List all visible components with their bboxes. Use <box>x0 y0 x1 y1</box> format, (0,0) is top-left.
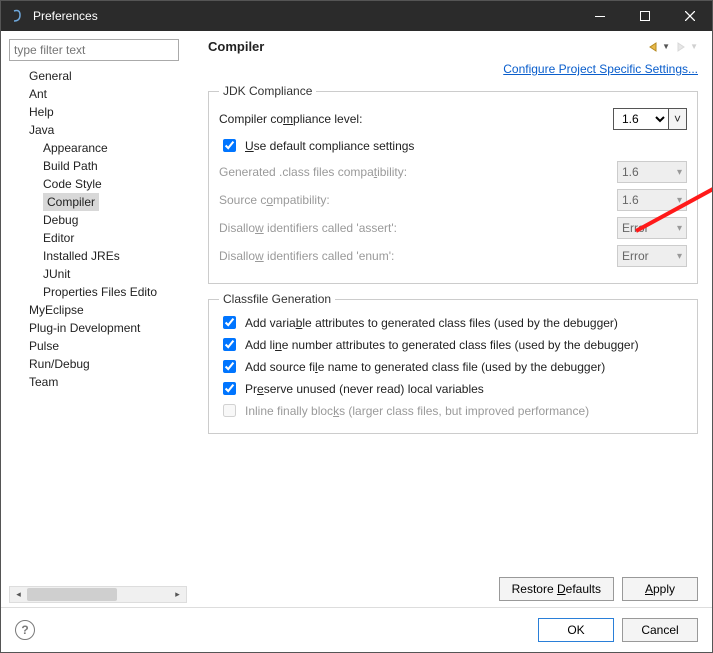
tree-item-general[interactable]: General <box>25 67 183 85</box>
right-panel: Compiler ▼ ▼ Configure Project Specific … <box>196 31 712 607</box>
tree-item-editor[interactable]: Editor <box>39 229 183 247</box>
classfile-generation-group: Classfile Generation Add variable attrib… <box>208 292 698 434</box>
disallow-assert-select: Error <box>617 217 687 239</box>
disallow-enum-select: Error <box>617 245 687 267</box>
tree-item-ant[interactable]: Ant <box>25 85 183 103</box>
preferences-window: Preferences General Ant Help Java Appear… <box>0 0 713 653</box>
app-icon <box>9 8 25 24</box>
help-icon[interactable]: ? <box>15 620 35 640</box>
add-variable-attrs-checkbox[interactable]: Add variable attributes to generated cla… <box>219 313 687 332</box>
classfile-legend: Classfile Generation <box>219 292 335 306</box>
maximize-button[interactable] <box>622 1 667 31</box>
tree-item-java[interactable]: Java <box>25 121 183 139</box>
tree-item-plugindev[interactable]: Plug-in Development <box>25 319 183 337</box>
tree-item-pulse[interactable]: Pulse <box>25 337 183 355</box>
tree-item-propfiles[interactable]: Properties Files Edito <box>39 283 183 301</box>
cancel-button[interactable]: Cancel <box>622 618 698 642</box>
generated-class-label: Generated .class files compatibility: <box>219 165 617 179</box>
window-title: Preferences <box>33 9 577 23</box>
compliance-level-select[interactable]: 1.6 ˅ <box>613 108 687 130</box>
left-panel: General Ant Help Java Appearance Build P… <box>1 31 196 607</box>
disallow-enum-label: Disallow identifiers called 'enum': <box>219 249 617 263</box>
ok-button[interactable]: OK <box>538 618 614 642</box>
chevron-down-icon: ˅ <box>669 108 687 130</box>
preserve-unused-checkbox[interactable]: Preserve unused (never read) local varia… <box>219 379 687 398</box>
tree-item-debug[interactable]: Debug <box>39 211 183 229</box>
minimize-button[interactable] <box>577 1 622 31</box>
filter-input[interactable] <box>9 39 179 61</box>
nav-back-button[interactable]: ▼ <box>646 41 670 53</box>
dialog-footer: ? OK Cancel <box>1 607 712 652</box>
generated-class-select: 1.6 <box>617 161 687 183</box>
inline-finally-checkbox: Inline finally blocks (larger class file… <box>219 401 687 420</box>
restore-defaults-button[interactable]: Restore Defaults <box>499 577 614 601</box>
configure-project-link[interactable]: Configure Project Specific Settings... <box>208 62 698 76</box>
tree-item-buildpath[interactable]: Build Path <box>39 157 183 175</box>
tree-item-help[interactable]: Help <box>25 103 183 121</box>
apply-button[interactable]: Apply <box>622 577 698 601</box>
tree-item-junit[interactable]: JUnit <box>39 265 183 283</box>
page-title: Compiler <box>208 39 646 54</box>
tree-item-team[interactable]: Team <box>25 373 183 391</box>
tree-item-codestyle[interactable]: Code Style <box>39 175 183 193</box>
tree-item-appearance[interactable]: Appearance <box>39 139 183 157</box>
scroll-thumb[interactable] <box>27 588 117 601</box>
preferences-tree: General Ant Help Java Appearance Build P… <box>9 67 187 586</box>
tree-item-compiler[interactable]: Compiler <box>39 193 183 211</box>
scroll-left-icon[interactable]: ◂ <box>10 587 27 602</box>
jdk-legend: JDK Compliance <box>219 84 316 98</box>
source-compat-select: 1.6 <box>617 189 687 211</box>
compliance-level-label: Compiler compliance level: <box>219 112 613 126</box>
add-line-numbers-checkbox[interactable]: Add line number attributes to generated … <box>219 335 687 354</box>
add-source-file-checkbox[interactable]: Add source file name to generated class … <box>219 357 687 376</box>
titlebar: Preferences <box>1 1 712 31</box>
jdk-compliance-group: JDK Compliance Compiler compliance level… <box>208 84 698 284</box>
tree-item-rundebug[interactable]: Run/Debug <box>25 355 183 373</box>
tree-item-installedjres[interactable]: Installed JREs <box>39 247 183 265</box>
disallow-assert-label: Disallow identifiers called 'assert': <box>219 221 617 235</box>
tree-horizontal-scrollbar[interactable]: ◂ ▸ <box>9 586 187 603</box>
tree-item-myeclipse[interactable]: MyEclipse <box>25 301 183 319</box>
nav-history: ▼ ▼ <box>646 41 698 53</box>
nav-forward-button[interactable]: ▼ <box>674 41 698 53</box>
close-button[interactable] <box>667 1 712 31</box>
source-compat-label: Source compatibility: <box>219 193 617 207</box>
use-default-checkbox[interactable]: Use default compliance settings <box>219 136 687 155</box>
scroll-right-icon[interactable]: ▸ <box>169 587 186 602</box>
